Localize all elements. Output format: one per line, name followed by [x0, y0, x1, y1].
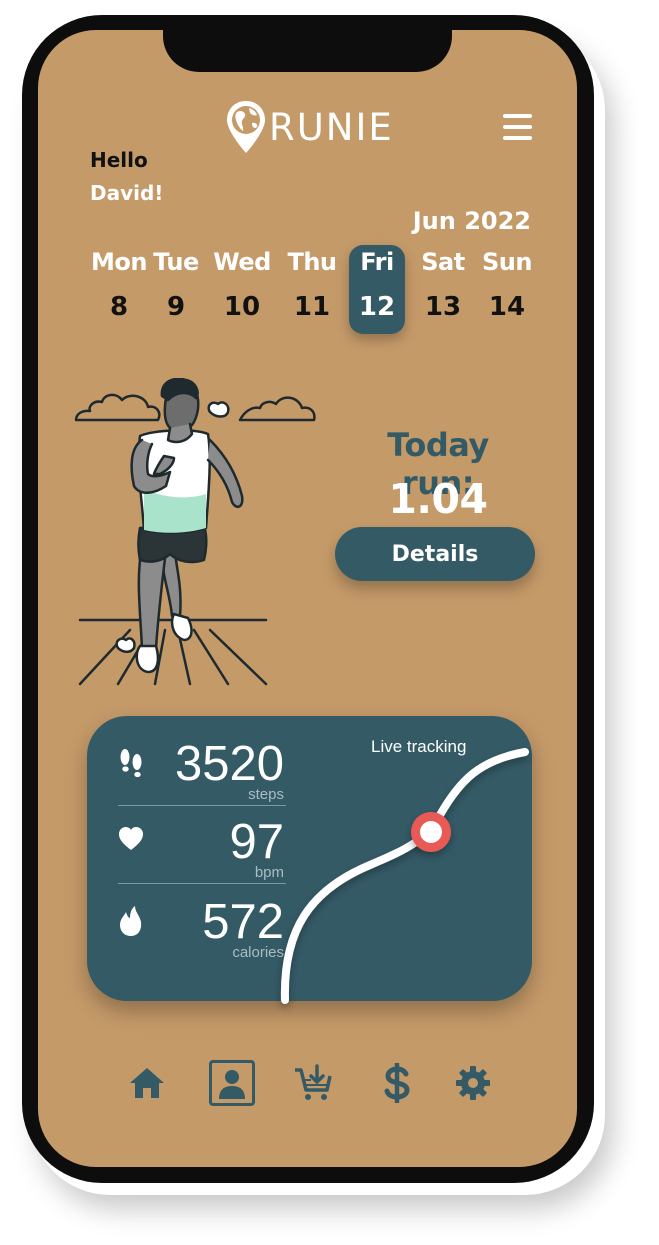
- globe-pin-icon: [227, 101, 265, 153]
- stats-divider: [118, 883, 286, 884]
- nav-payments[interactable]: [374, 1060, 420, 1106]
- nav-settings[interactable]: [450, 1060, 496, 1106]
- stats-divider: [118, 805, 286, 806]
- day-name: Tue: [153, 248, 199, 276]
- day-date: 14: [488, 292, 526, 322]
- calendar-month: Jun 2022: [412, 207, 531, 235]
- app-logo: RUNIE: [225, 99, 394, 155]
- app-logo-text: RUNIE: [269, 105, 394, 149]
- flame-icon: [120, 906, 142, 936]
- day-name: Sun: [482, 248, 532, 276]
- calories-unit: calories: [232, 944, 284, 961]
- bpm-value: 97: [229, 815, 284, 869]
- runner-illustration: [74, 378, 316, 686]
- steps-unit: steps: [248, 786, 284, 803]
- location-marker-icon[interactable]: [411, 812, 451, 852]
- greeting: Hello David!: [90, 144, 163, 210]
- gear-icon: [456, 1066, 490, 1100]
- day-date: 11: [293, 292, 331, 322]
- day-name: Thu: [287, 248, 337, 276]
- bpm-unit: bpm: [254, 864, 284, 881]
- calories-value: 572: [202, 895, 284, 949]
- hamburger-menu-icon[interactable]: [503, 114, 532, 140]
- nav-home[interactable]: [124, 1060, 170, 1106]
- live-tracking-label: Live tracking: [371, 737, 467, 756]
- steps-stat: 3520 steps: [118, 740, 286, 810]
- greeting-name: David!: [90, 181, 164, 205]
- day-name: Fri: [360, 248, 394, 276]
- details-button[interactable]: Details: [335, 527, 535, 581]
- day-date: 10: [223, 292, 261, 322]
- day-date: 13: [424, 292, 462, 322]
- nav-profile[interactable]: [209, 1060, 255, 1106]
- day-date: 12: [358, 292, 396, 322]
- footsteps-icon: [120, 749, 142, 778]
- cart-download-icon: [295, 1064, 332, 1100]
- day-name: Wed: [213, 248, 271, 276]
- heart-icon: [119, 827, 143, 850]
- day-name: Sat: [421, 248, 465, 276]
- dollar-icon: [384, 1063, 410, 1103]
- home-icon: [130, 1068, 164, 1098]
- bpm-stat: 97 bpm: [118, 818, 286, 888]
- nav-cart[interactable]: [290, 1060, 336, 1106]
- steps-value: 3520: [174, 737, 284, 791]
- day-date: 8: [109, 292, 129, 322]
- day-name: Mon: [91, 248, 147, 276]
- greeting-hello: Hello: [90, 148, 148, 172]
- phone-notch: [163, 30, 452, 72]
- day-date: 9: [166, 292, 186, 322]
- profile-icon: [219, 1070, 245, 1099]
- calories-stat: 572 calories: [118, 898, 286, 968]
